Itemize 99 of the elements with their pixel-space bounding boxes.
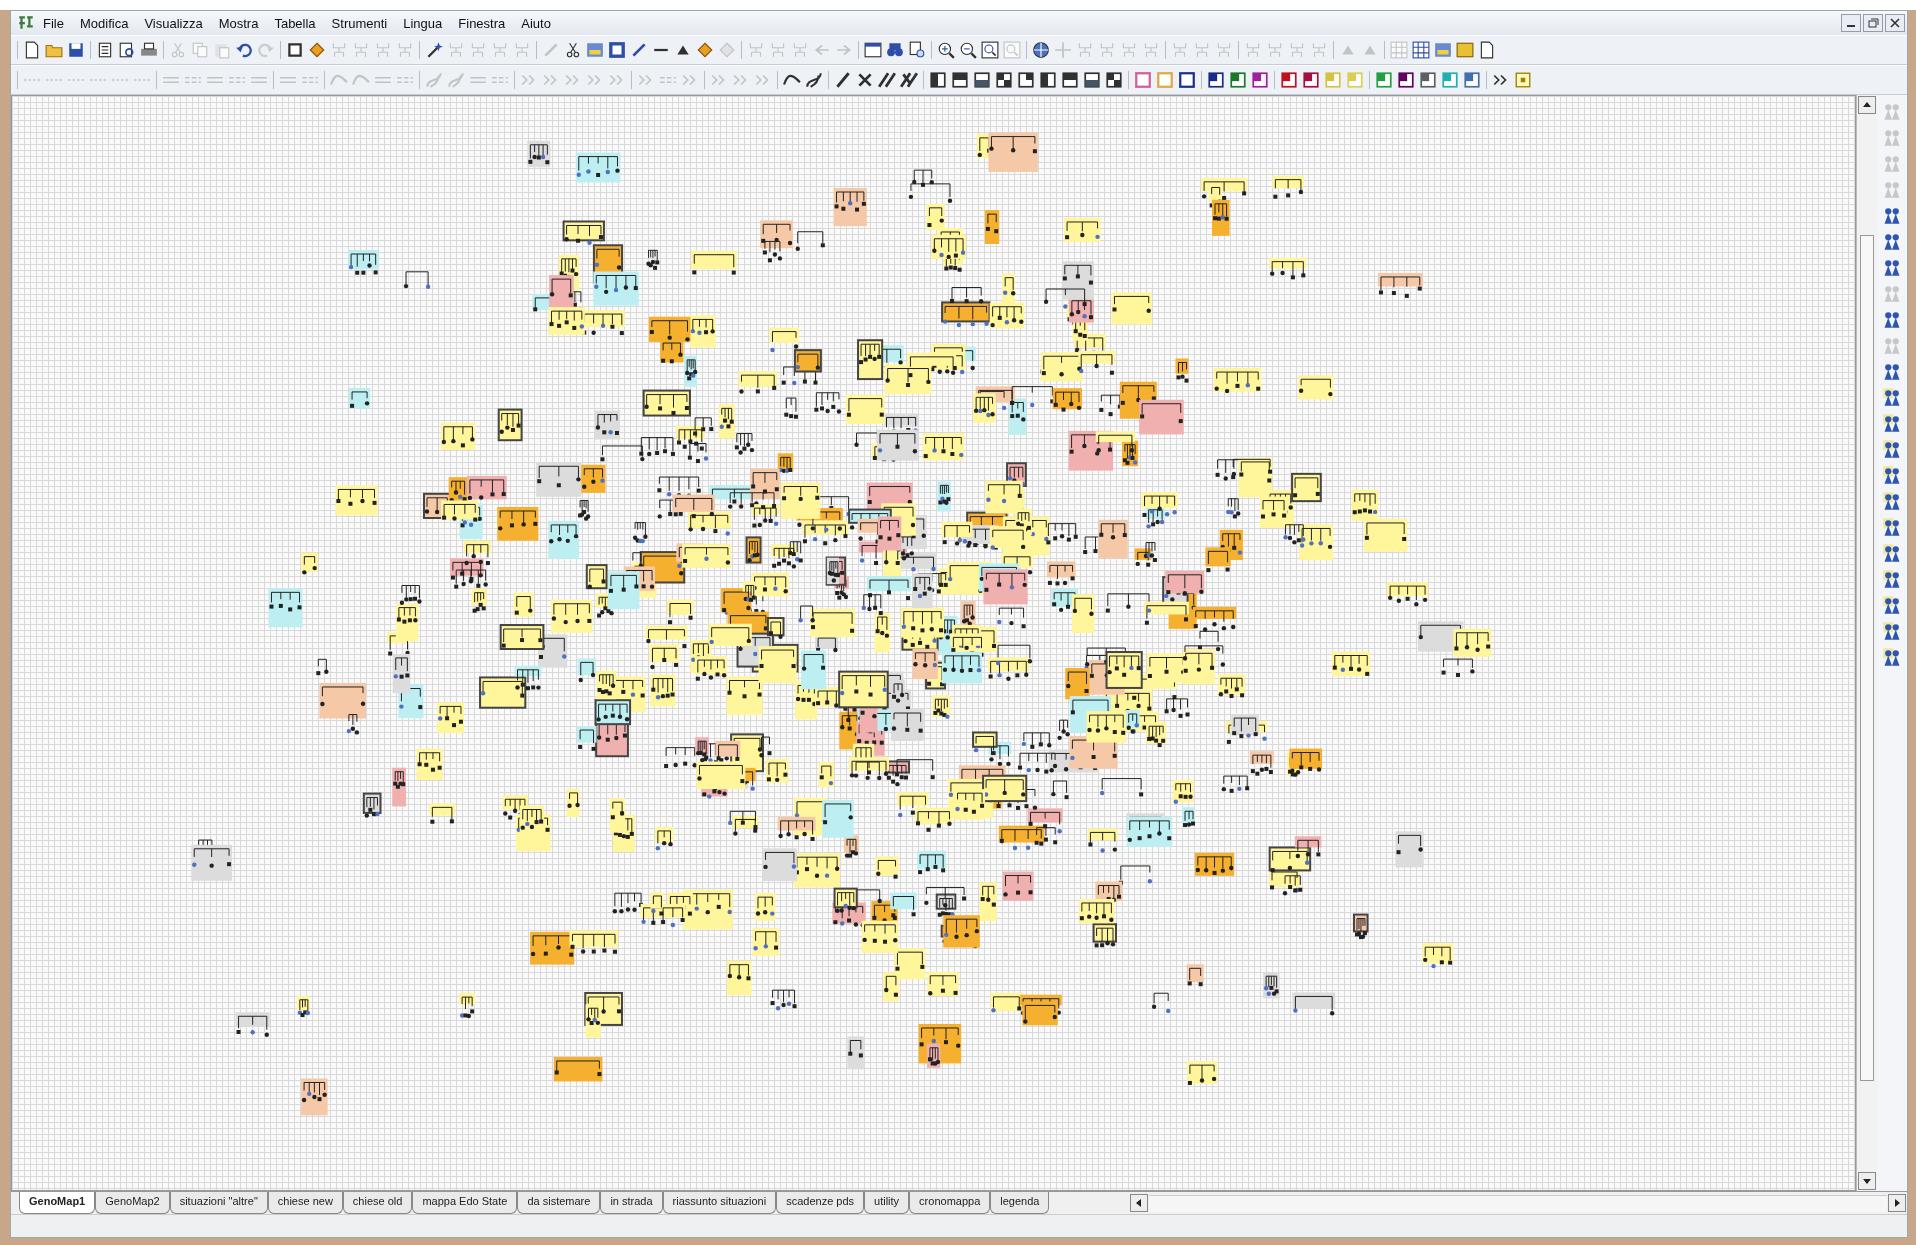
fill-pattern-icon[interactable] <box>951 71 969 89</box>
sheet-tab[interactable]: situazioni "altre" <box>169 1192 268 1214</box>
figure-pair-icon[interactable] <box>1882 439 1902 459</box>
sheet-tab[interactable]: chiese old <box>342 1192 413 1214</box>
menu-item[interactable]: Lingua <box>395 13 451 33</box>
figure-pair-icon[interactable] <box>1882 309 1902 329</box>
find-page-icon[interactable] <box>908 41 926 59</box>
figure-pair-icon[interactable] <box>1882 543 1902 563</box>
save-icon[interactable] <box>67 41 85 59</box>
figure-pair-icon[interactable] <box>1882 257 1902 277</box>
color-square-icon[interactable] <box>1178 71 1196 89</box>
fill-pattern-icon[interactable] <box>929 71 947 89</box>
fill-icon[interactable] <box>308 41 326 59</box>
figure-pair-icon[interactable] <box>1882 621 1902 641</box>
cross-icon[interactable] <box>856 71 874 89</box>
undo-icon[interactable] <box>235 41 253 59</box>
sheet-tab[interactable]: utility <box>864 1192 910 1214</box>
binoculars-icon[interactable] <box>886 41 904 59</box>
sheet-tab[interactable]: da sistemare <box>517 1192 601 1214</box>
color-square-icon[interactable] <box>1419 71 1437 89</box>
print-preview-icon[interactable] <box>118 41 136 59</box>
figure-pair-icon[interactable] <box>1882 491 1902 511</box>
sheet-tab[interactable]: chiese new <box>267 1192 343 1214</box>
fill-pattern-icon[interactable] <box>1017 71 1035 89</box>
wand-icon[interactable] <box>425 41 443 59</box>
page-icon[interactable] <box>96 41 114 59</box>
figure-pair-icon[interactable] <box>1882 205 1902 225</box>
app-icon <box>17 14 35 32</box>
color-square-icon[interactable] <box>1229 71 1247 89</box>
scissors-icon[interactable] <box>564 41 582 59</box>
zoom-out-icon[interactable] <box>959 41 977 59</box>
pen-icon[interactable] <box>630 41 648 59</box>
globe-icon[interactable] <box>1032 41 1050 59</box>
figure-pair-icon[interactable] <box>1882 361 1902 381</box>
color-square-icon[interactable] <box>1134 71 1152 89</box>
sheet-tab[interactable]: riassunto situazioni <box>662 1192 777 1214</box>
menu-item[interactable]: Aiuto <box>513 13 559 33</box>
figure-pair-icon[interactable] <box>1882 465 1902 485</box>
dot-square-icon[interactable] <box>1514 71 1532 89</box>
figure-pair-icon[interactable] <box>1882 647 1902 667</box>
sheet-tab[interactable]: in strada <box>600 1192 663 1214</box>
figure-pair-icon[interactable] <box>1882 387 1902 407</box>
figure-pair-icon[interactable] <box>1882 595 1902 615</box>
menu-item[interactable]: Strumenti <box>323 13 396 33</box>
scroll-left-icon[interactable] <box>1130 1194 1149 1212</box>
note-icon[interactable] <box>1456 41 1474 59</box>
slash-icon[interactable] <box>834 71 852 89</box>
scroll-up-icon[interactable] <box>1858 96 1876 114</box>
color-square-icon[interactable] <box>1375 71 1393 89</box>
window-icon[interactable] <box>864 41 882 59</box>
sheet-tab[interactable]: mappa Edo State <box>412 1192 518 1214</box>
menu-item[interactable]: File <box>35 13 72 33</box>
color-square-icon[interactable] <box>1397 71 1415 89</box>
scrollbar-thumb[interactable] <box>1860 235 1874 1081</box>
squiggle-icon[interactable] <box>805 71 823 89</box>
menu-item[interactable]: Tabella <box>266 13 324 33</box>
fill-pattern-icon[interactable] <box>1105 71 1123 89</box>
sheet-tab[interactable]: legenda <box>990 1192 1050 1214</box>
zoom-in-icon[interactable] <box>937 41 955 59</box>
color-square-icon[interactable] <box>1302 71 1320 89</box>
close-icon[interactable] <box>1885 14 1905 32</box>
double-slash-icon[interactable] <box>878 71 896 89</box>
color-square-icon[interactable] <box>1463 71 1481 89</box>
square-icon[interactable] <box>286 41 304 59</box>
menu-item[interactable]: Modifica <box>71 13 137 33</box>
document-icon[interactable] <box>23 41 41 59</box>
scroll-right-icon[interactable] <box>1888 1194 1906 1212</box>
menu-item[interactable]: Visualizza <box>136 13 211 33</box>
figure-pair-icon[interactable] <box>1882 413 1902 433</box>
color-square-icon[interactable] <box>1441 71 1459 89</box>
printer-icon[interactable] <box>140 41 158 59</box>
scroll-down-icon[interactable] <box>1858 1172 1876 1190</box>
figure-pair-icon[interactable] <box>1882 569 1902 589</box>
color-square-icon[interactable] <box>1280 71 1298 89</box>
fill-pattern-icon[interactable] <box>1083 71 1101 89</box>
sheet-tab[interactable]: scadenze pds <box>776 1192 865 1214</box>
color-square-icon[interactable] <box>1324 71 1342 89</box>
text-box-icon[interactable] <box>608 41 626 59</box>
color-square-icon[interactable] <box>1251 71 1269 89</box>
color-square-icon[interactable] <box>1207 71 1225 89</box>
zoom-fit-icon[interactable] <box>981 41 999 59</box>
sheet-tab[interactable]: GenoMap2 <box>95 1192 170 1214</box>
sheet-tab[interactable]: GenoMap1 <box>19 1192 96 1214</box>
fill-pattern-icon[interactable] <box>995 71 1013 89</box>
image-icon[interactable] <box>1434 41 1452 59</box>
document-icon[interactable] <box>1478 41 1496 59</box>
sheet-tab[interactable]: cronomappa <box>909 1192 991 1214</box>
grid-icon[interactable] <box>1412 41 1430 59</box>
minimize-icon[interactable] <box>1841 14 1861 32</box>
menu-item[interactable]: Finestra <box>450 13 514 33</box>
fill-pattern-icon[interactable] <box>1061 71 1079 89</box>
fill-pattern-icon[interactable] <box>973 71 991 89</box>
figure-pair-icon[interactable] <box>1882 231 1902 251</box>
figure-pair-icon[interactable] <box>1882 517 1902 537</box>
fill-icon[interactable] <box>696 41 714 59</box>
double-cross-icon[interactable] <box>900 71 918 89</box>
color-square-icon[interactable] <box>1156 71 1174 89</box>
menu-item[interactable]: Mostra <box>210 13 267 33</box>
fill-pattern-icon[interactable] <box>1039 71 1057 89</box>
